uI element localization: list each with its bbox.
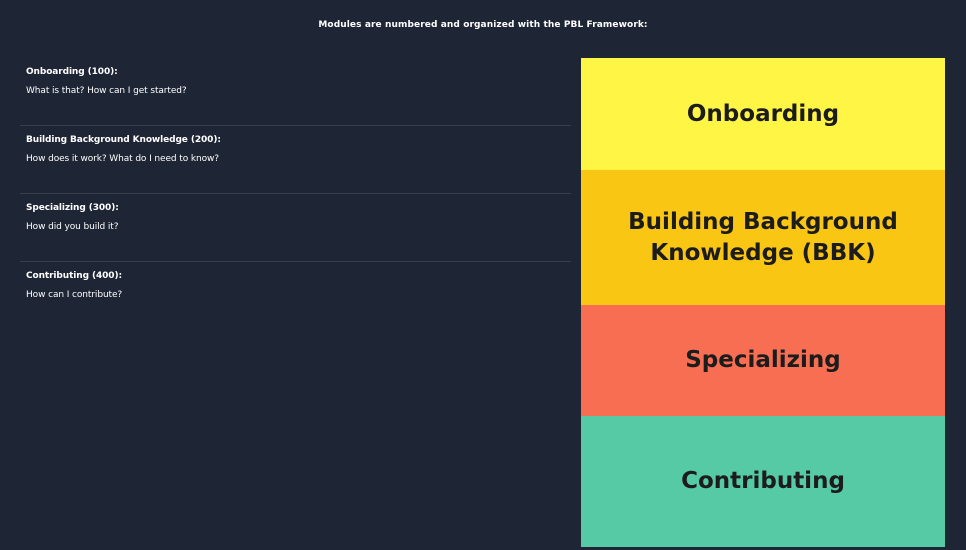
tier-onboarding: Onboarding	[581, 58, 945, 170]
module-title: Contributing (400):	[26, 271, 122, 281]
module-question: How does it work? What do I need to know…	[26, 154, 219, 164]
module-item-specializing: Specializing (300): How did you build it…	[20, 194, 571, 262]
module-title: Onboarding (100):	[26, 67, 118, 77]
module-title: Building Background Knowledge (200):	[26, 135, 221, 145]
tier-building-background-knowledge: Building Background Knowledge (BBK)	[581, 170, 945, 305]
module-list: Onboarding (100): What is that? How can …	[20, 58, 571, 330]
page-header: Modules are numbered and organized with …	[318, 20, 648, 30]
module-question: What is that? How can I get started?	[26, 86, 187, 96]
pbl-framework-diagram: Onboarding Building Background Knowledge…	[581, 58, 945, 547]
tier-specializing: Specializing	[581, 305, 945, 416]
module-item-contributing: Contributing (400): How can I contribute…	[20, 262, 571, 330]
tier-contributing: Contributing	[581, 416, 945, 547]
module-question: How did you build it?	[26, 222, 119, 232]
module-question: How can I contribute?	[26, 290, 123, 300]
module-item-building-background-knowledge: Building Background Knowledge (200): How…	[20, 126, 571, 194]
module-item-onboarding: Onboarding (100): What is that? How can …	[20, 58, 571, 126]
module-title: Specializing (300):	[26, 203, 119, 213]
